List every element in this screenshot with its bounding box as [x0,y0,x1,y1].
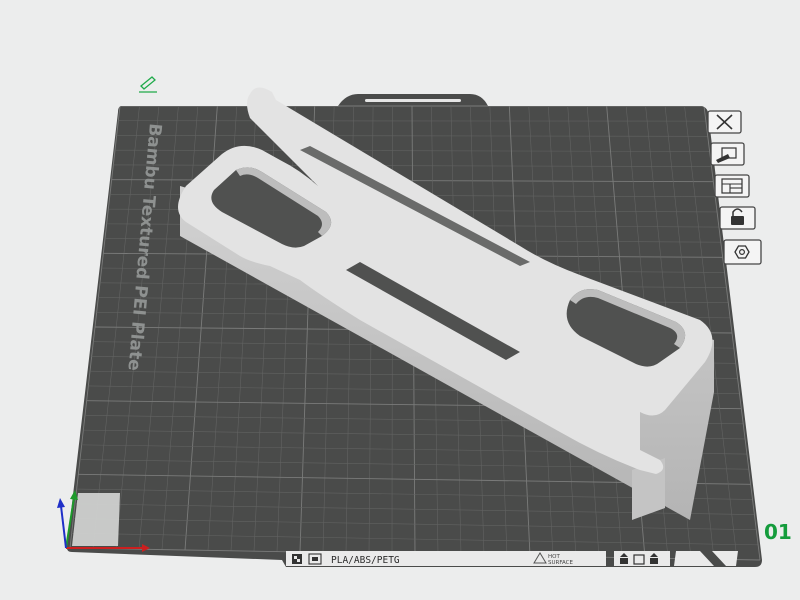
plate-number[interactable]: 01 [764,520,792,544]
edit-pencil-icon[interactable] [139,76,157,93]
arrange-button[interactable] [714,174,750,198]
origin-excluded-area [72,493,120,546]
plate-handle-slot [365,99,461,102]
lock-plate-button[interactable] [719,206,756,230]
pick-plate-button[interactable] [710,142,745,166]
3d-viewport[interactable]: Bambu Textured PEI Plate PLA/ABS/PETG HO… [0,0,800,600]
close-plate-button[interactable] [707,110,742,134]
hot-warning-line2: SURFACE [548,560,574,566]
filament-types-label: PLA/ABS/PETG [331,555,400,566]
plate-settings-button[interactable] [723,239,762,265]
